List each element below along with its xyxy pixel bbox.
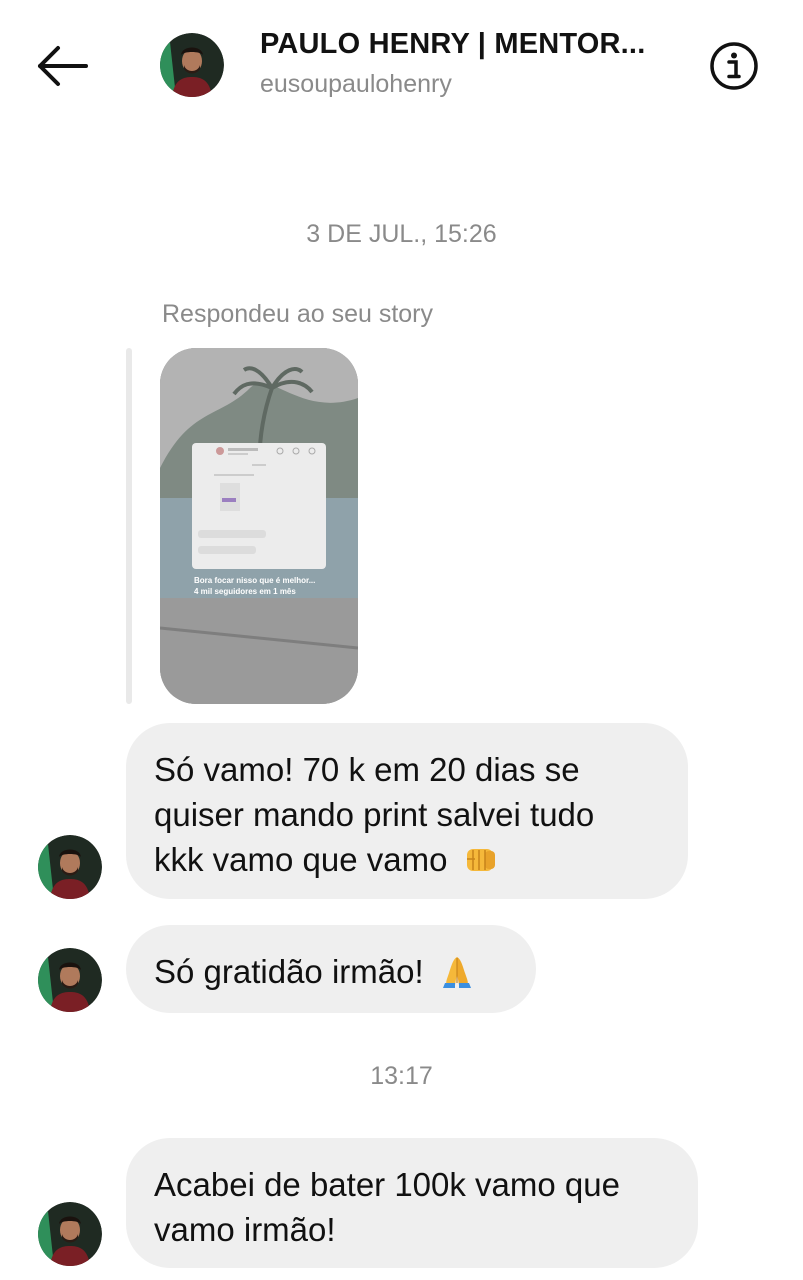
contact-name[interactable]: PAULO HENRY | MENTOR... [260,28,680,61]
message-line: Só vamo! 70 k em 20 dias se [154,751,580,788]
story-caption-line-1: Bora focar nisso que é melhor... [194,576,316,585]
info-circle-icon [710,42,758,90]
back-button[interactable] [30,40,94,92]
oncoming-fist-icon [463,843,499,888]
folded-hands-icon [439,953,475,1000]
header-avatar[interactable] [160,33,224,97]
arrow-left-icon [38,46,88,86]
sender-avatar[interactable] [38,1202,102,1266]
message-bubble[interactable]: Acabei de bater 100k vamo que vamo irmão… [126,1138,698,1268]
conversation-header: PAULO HENRY | MENTOR... eusoupaulohenry [0,0,803,130]
message-line-with-emoji: kkk vamo que vamo [154,837,660,888]
message-line: Só gratidão irmão! [154,953,424,990]
conversation-timestamp: 13:17 [370,1062,433,1090]
reply-indicator-bar [126,348,132,704]
contact-username[interactable]: eusoupaulohenry [260,70,452,99]
message-bubble[interactable]: Só gratidão irmão! [126,925,536,1013]
message-line: Acabei de bater 100k vamo que [154,1166,620,1203]
message-line: kkk vamo que vamo [154,841,448,878]
info-button[interactable] [708,40,760,92]
story-thumbnail[interactable]: Bora focar nisso que é melhor... 4 mil s… [160,348,358,704]
message-line: vamo irmão! [154,1211,336,1248]
message-bubble[interactable]: Só vamo! 70 k em 20 dias se quiser mando… [126,723,688,899]
message-line: quiser mando print salvei tudo [154,796,595,833]
sender-avatar[interactable] [38,948,102,1012]
story-caption-line-2: 4 mil seguidores em 1 mês [194,587,296,596]
sender-avatar[interactable] [38,835,102,899]
conversation-timestamp: 3 DE JUL., 15:26 [306,220,497,248]
story-reply-label: Respondeu ao seu story [162,300,434,328]
